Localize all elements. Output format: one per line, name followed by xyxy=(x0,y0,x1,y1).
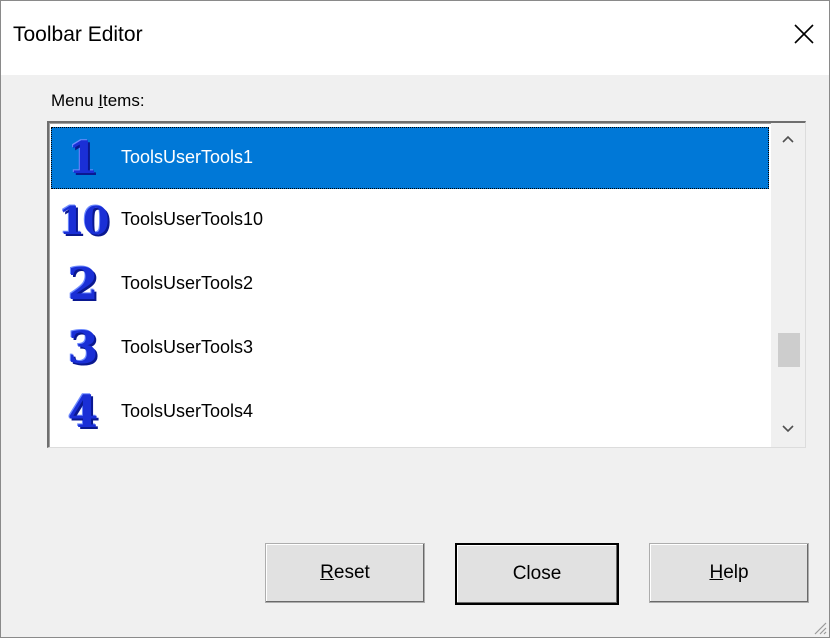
window-title: Toolbar Editor xyxy=(13,23,143,46)
list-item-label: ToolsUserTools1 xyxy=(121,147,254,167)
list-item[interactable]: 10 ToolsUserTools10 xyxy=(51,189,769,251)
number-one-icon: 1 xyxy=(67,133,99,184)
reset-button[interactable]: Reset xyxy=(265,543,425,603)
number-ten-icon: 10 xyxy=(58,198,110,243)
close-window-button[interactable] xyxy=(779,9,829,59)
menu-items-listbox[interactable]: 1 ToolsUserTools1 10 ToolsUserTools10 2 … xyxy=(47,121,806,448)
list-item[interactable]: 1 ToolsUserTools1 xyxy=(51,127,769,189)
close-button[interactable]: Close xyxy=(455,543,619,605)
number-four-icon: 4 xyxy=(67,387,99,438)
menu-items-label: Menu Items: xyxy=(51,91,145,110)
list-item-label: ToolsUserTools3 xyxy=(121,337,254,357)
number-three-icon: 3 xyxy=(67,323,99,374)
list-item-label: ToolsUserTools2 xyxy=(121,273,254,293)
scroll-down-button[interactable] xyxy=(771,413,805,447)
list-item[interactable]: 4 ToolsUserTools4 xyxy=(51,381,769,443)
toolbar-editor-dialog: Toolbar Editor Menu Items: 1 ToolsUserTo… xyxy=(0,0,830,638)
list-item[interactable]: 2 ToolsUserTools2 xyxy=(51,253,769,315)
list-item-label: ToolsUserTools10 xyxy=(121,209,264,229)
number-two-icon: 2 xyxy=(67,259,99,310)
scroll-up-button[interactable] xyxy=(771,123,805,157)
vertical-scrollbar[interactable] xyxy=(771,123,805,447)
title-bar: Toolbar Editor xyxy=(1,1,829,75)
list-item[interactable]: 3 ToolsUserTools3 xyxy=(51,317,769,379)
chevron-up-icon xyxy=(782,135,794,143)
menu-items-list: 1 ToolsUserTools1 10 ToolsUserTools10 2 … xyxy=(49,123,769,447)
close-icon xyxy=(794,24,814,44)
scrollbar-thumb[interactable] xyxy=(778,333,800,367)
help-button[interactable]: Help xyxy=(649,543,809,603)
chevron-down-icon xyxy=(782,425,794,433)
resize-grip-icon[interactable] xyxy=(811,619,827,635)
list-item-label: ToolsUserTools4 xyxy=(121,401,254,421)
